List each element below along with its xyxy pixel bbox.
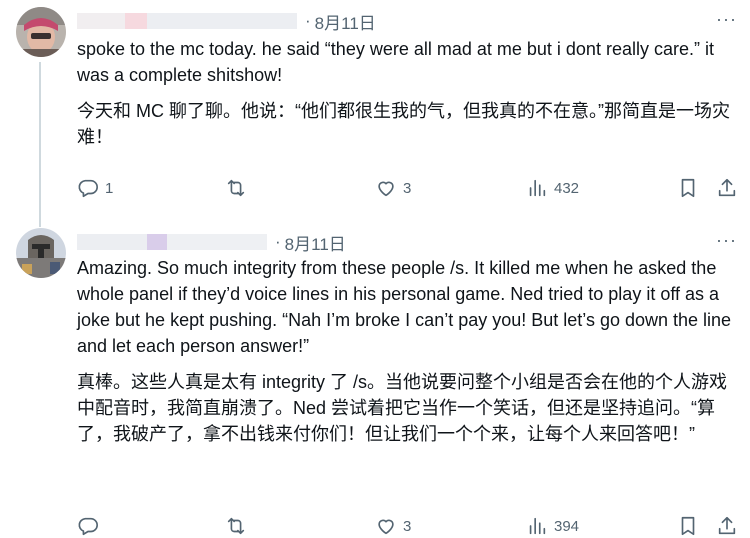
tweet-date[interactable]: 8月11日 — [315, 9, 376, 34]
like-button[interactable]: 3 — [375, 177, 411, 199]
view-count: 432 — [554, 179, 580, 197]
view-count: 394 — [554, 517, 580, 535]
retweet-icon — [227, 179, 245, 197]
tweet-text-chinese: 真棒。这些人真是太有 integrity 了 /s。当他说要问整个小组是否会在他… — [77, 372, 728, 444]
tweet-text-english: spoke to the mc today. he said “they wer… — [77, 39, 719, 85]
tweet-text-chinese: 今天和 MC 聊了聊。他说：“他们都很生我的气，但我真的不在意。”那简直是一场灾… — [77, 101, 730, 147]
separator-dot: · — [275, 232, 281, 251]
views-icon — [529, 179, 546, 197]
share-button[interactable] — [716, 177, 738, 199]
share-button[interactable] — [716, 515, 738, 537]
avatar[interactable] — [16, 228, 66, 278]
like-count: 3 — [403, 517, 412, 535]
bookmark-icon — [681, 516, 695, 536]
heart-icon — [378, 181, 394, 197]
more-options-icon[interactable]: ··· — [716, 10, 737, 28]
tweet-date[interactable]: 8月11日 — [285, 230, 346, 255]
reply-icon — [78, 179, 98, 198]
reply-icon — [78, 517, 98, 536]
reply-button[interactable]: 1 — [77, 177, 113, 199]
avatar[interactable] — [16, 7, 66, 57]
more-options-icon[interactable]: ··· — [716, 231, 737, 249]
blurred-username[interactable] — [77, 13, 297, 29]
bookmark-button[interactable] — [677, 177, 699, 199]
bookmark-button[interactable] — [677, 515, 699, 537]
like-count: 3 — [403, 179, 412, 197]
retweet-button[interactable] — [225, 177, 253, 199]
bookmark-icon — [681, 178, 695, 198]
views-icon — [529, 517, 546, 535]
blurred-username[interactable] — [77, 234, 267, 250]
share-icon — [718, 178, 736, 197]
tweet[interactable]: · 8月11日 ··· spoke to the mc today. he sa… — [0, 0, 750, 214]
tweet-actions: 1 3 432 — [77, 176, 737, 200]
heart-icon — [378, 519, 394, 535]
views-button[interactable]: 394 — [526, 515, 579, 537]
share-icon — [718, 516, 736, 535]
reply-button[interactable] — [77, 515, 105, 537]
tweet-text-english: Amazing. So much integrity from these pe… — [77, 258, 737, 356]
separator-dot: · — [305, 11, 311, 30]
tweet-actions: 3 394 — [77, 514, 737, 538]
tweet[interactable]: · 8月11日 ··· Amazing. So much integrity f… — [0, 214, 750, 536]
retweet-button[interactable] — [225, 515, 253, 537]
like-button[interactable]: 3 — [375, 515, 411, 537]
retweet-icon — [227, 517, 245, 535]
tweet-header: · 8月11日 ··· — [77, 229, 737, 255]
reply-count: 1 — [105, 179, 114, 197]
tweet-header: · 8月11日 ··· — [77, 8, 737, 34]
views-button[interactable]: 432 — [526, 177, 579, 199]
